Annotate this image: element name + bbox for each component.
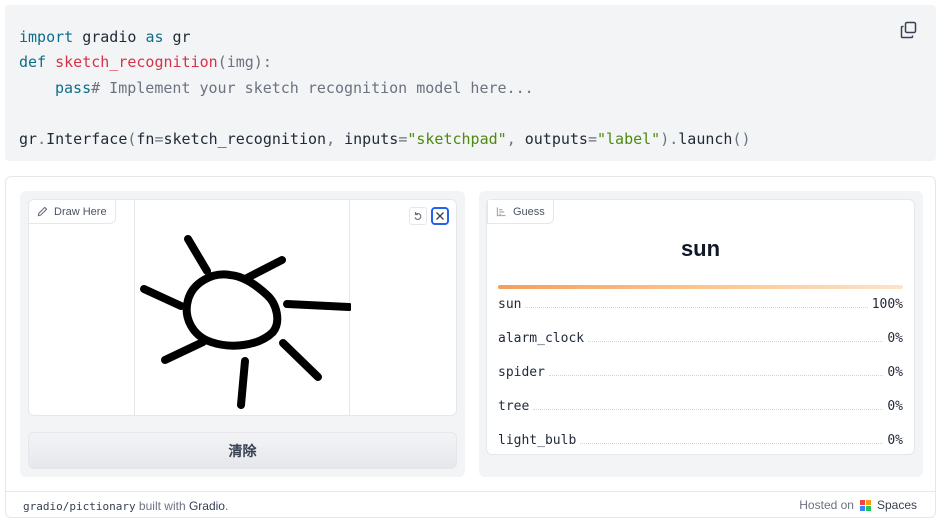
spaces-logo-square <box>865 505 871 511</box>
repo-link[interactable]: gradio/pictionary <box>23 500 136 513</box>
output-label: Guess <box>487 200 554 224</box>
undo-button[interactable] <box>409 207 427 225</box>
code-line-1: import gradio as gr <box>19 28 191 46</box>
sketchpad-label: Draw Here <box>29 200 116 224</box>
top-confidence-bar <box>498 285 903 289</box>
confidence-row[interactable]: spider 0% <box>498 360 903 380</box>
hosted-on-text: Hosted on <box>799 498 854 512</box>
dotted-leader <box>533 409 884 410</box>
dotted-leader <box>548 375 884 376</box>
label-output: Guess sun sun 100% alarm_clock 0% spider… <box>486 199 915 455</box>
close-icon <box>436 212 444 220</box>
pencil-icon <box>37 206 48 217</box>
sketch-ray-bottom <box>237 357 249 409</box>
gradio-app: Draw Here 清除 Guess sun sun 100% alarm_cl… <box>5 176 936 518</box>
sketch-ray-bottom-right <box>279 339 322 381</box>
dotted-leader <box>525 307 868 308</box>
footer: gradio/pictionary built with Gradio. Hos… <box>6 491 935 517</box>
spaces-logo-icon <box>859 499 871 511</box>
sketch-drawing <box>140 235 351 409</box>
confidence-row[interactable]: light_bulb 0% <box>498 428 903 448</box>
undo-icon <box>414 212 422 220</box>
confidence-label: alarm_clock <box>498 331 585 346</box>
drawing-canvas[interactable] <box>134 200 351 415</box>
spaces-logo-square <box>865 499 871 505</box>
input-panel: Draw Here 清除 <box>20 191 465 477</box>
confidence-label: sun <box>498 297 522 312</box>
confidence-row[interactable]: tree 0% <box>498 394 903 414</box>
gradio-link[interactable]: Gradio <box>189 499 225 513</box>
spaces-logo-square <box>859 499 865 505</box>
code-block: import gradio as gr def sketch_recogniti… <box>5 5 936 161</box>
dotted-leader <box>580 443 884 444</box>
confidence-label: tree <box>498 399 530 414</box>
code-line-3: pass# Implement your sketch recognition … <box>55 79 534 97</box>
footer-credits: gradio/pictionary built with Gradio. <box>23 499 229 513</box>
confidence-label: spider <box>498 365 545 380</box>
sketchpad-label-text: Draw Here <box>54 205 107 218</box>
spaces-link[interactable]: Spaces <box>877 498 917 512</box>
clear-canvas-button[interactable] <box>431 207 449 225</box>
dotted-leader <box>588 341 884 342</box>
sketchpad: Draw Here <box>28 199 457 416</box>
confidence-value: 0% <box>887 331 903 346</box>
bar-chart-icon <box>496 207 506 217</box>
sketch-circle <box>182 270 282 350</box>
confidence-value: 0% <box>887 399 903 414</box>
confidence-value: 0% <box>887 365 903 380</box>
sketch-ray-left <box>140 285 185 310</box>
confidence-value: 0% <box>887 433 903 448</box>
sketch-ray-top-left <box>184 235 211 275</box>
top-confidence-fill <box>498 285 903 289</box>
confidence-row[interactable]: sun 100% <box>498 292 903 312</box>
clear-button[interactable]: 清除 <box>28 432 457 469</box>
code-line-5: gr.Interface(fn=sketch_recognition, inpu… <box>19 130 751 148</box>
copy-icon <box>900 21 917 39</box>
code-line-2: def sketch_recognition(img): <box>19 53 272 71</box>
sketch-ray-top-right <box>243 256 286 282</box>
confidence-label: light_bulb <box>498 433 577 448</box>
hosted-on[interactable]: Hosted on Spaces <box>799 498 917 512</box>
predicted-label: sun <box>680 236 721 261</box>
spaces-logo-square <box>859 505 865 511</box>
copy-button[interactable] <box>900 21 918 39</box>
output-label-text: Guess <box>513 205 545 218</box>
sketch-ray-right <box>283 300 351 311</box>
confidence-value: 100% <box>871 297 903 312</box>
sketch-ray-bottom-left <box>161 338 207 364</box>
confidence-row[interactable]: alarm_clock 0% <box>498 326 903 346</box>
output-panel: Guess sun sun 100% alarm_clock 0% spider… <box>479 191 923 477</box>
